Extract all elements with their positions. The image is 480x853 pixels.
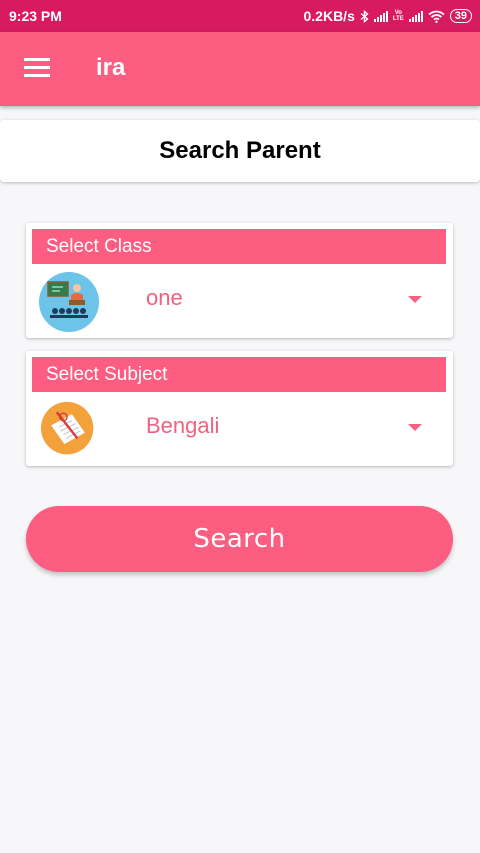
chevron-down-icon-2[interactable]: [408, 424, 422, 431]
chevron-down-icon[interactable]: [408, 296, 422, 303]
wifi-icon: [428, 10, 445, 23]
app-title: ira: [96, 54, 126, 81]
signal-icon: [373, 10, 388, 22]
search-button[interactable]: Search: [26, 506, 453, 572]
subject-select-card[interactable]: Select Subject Bengali: [26, 351, 453, 466]
subject-select-label: Select Subject: [32, 357, 446, 392]
bluetooth-icon: [360, 9, 369, 23]
status-bar: 9:23 PM 0.2KB/s Vo LTE 39: [0, 0, 480, 32]
class-select-value[interactable]: one: [146, 285, 183, 311]
status-time: 9:23 PM: [9, 8, 62, 24]
title-card: Search Parent: [0, 120, 480, 182]
class-select-card[interactable]: Select Class one: [26, 223, 453, 338]
app-bar: ira: [0, 32, 480, 106]
subject-select-value[interactable]: Bengali: [146, 413, 219, 439]
status-icons: 0.2KB/s Vo LTE 39: [303, 8, 472, 24]
class-select-label: Select Class: [32, 229, 446, 264]
hamburger-menu-icon[interactable]: [24, 58, 50, 78]
network-speed: 0.2KB/s: [303, 8, 355, 24]
signal-icon-2: [408, 10, 423, 22]
battery-icon: 39: [449, 9, 472, 23]
exam-paper-icon: [40, 401, 94, 455]
volte-icon: Vo LTE: [393, 10, 404, 22]
classroom-teacher-icon: [39, 272, 99, 332]
page-title: Search Parent: [159, 137, 321, 164]
volte-label-bottom: LTE: [392, 16, 404, 22]
